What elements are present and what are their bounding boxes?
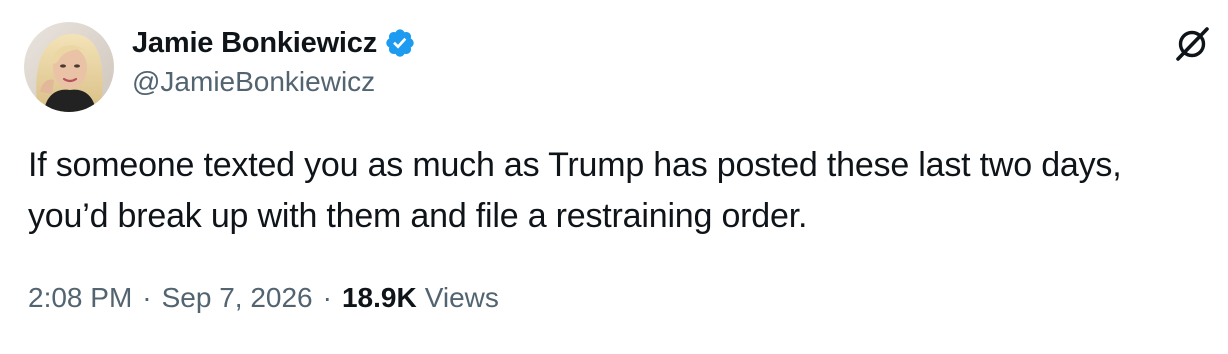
tweet-date[interactable]: Sep 7, 2026 [162, 282, 313, 314]
tweet-time[interactable]: 2:08 PM [28, 282, 132, 314]
views-count: 18.9K [341, 282, 417, 313]
separator: · [142, 282, 152, 313]
profile-photo-icon [24, 22, 114, 112]
tweet-card: Jamie Bonkiewicz @JamieBonkiewicz If som… [0, 0, 1228, 354]
avatar[interactable] [24, 22, 114, 112]
name-row: Jamie Bonkiewicz [132, 24, 416, 62]
display-name[interactable]: Jamie Bonkiewicz [132, 27, 377, 60]
separator: · [322, 282, 332, 313]
author-block: Jamie Bonkiewicz @JamieBonkiewicz [132, 24, 416, 98]
views-label: Views [424, 282, 499, 313]
x-logo-icon[interactable] [1174, 26, 1210, 62]
tweet-meta: 2:08 PM · Sep 7, 2026 · 18.9K Views [28, 282, 499, 314]
tweet-text: If someone texted you as much as Trump h… [28, 146, 1122, 235]
verified-badge-icon [384, 27, 416, 59]
user-handle[interactable]: @JamieBonkiewicz [132, 66, 416, 98]
